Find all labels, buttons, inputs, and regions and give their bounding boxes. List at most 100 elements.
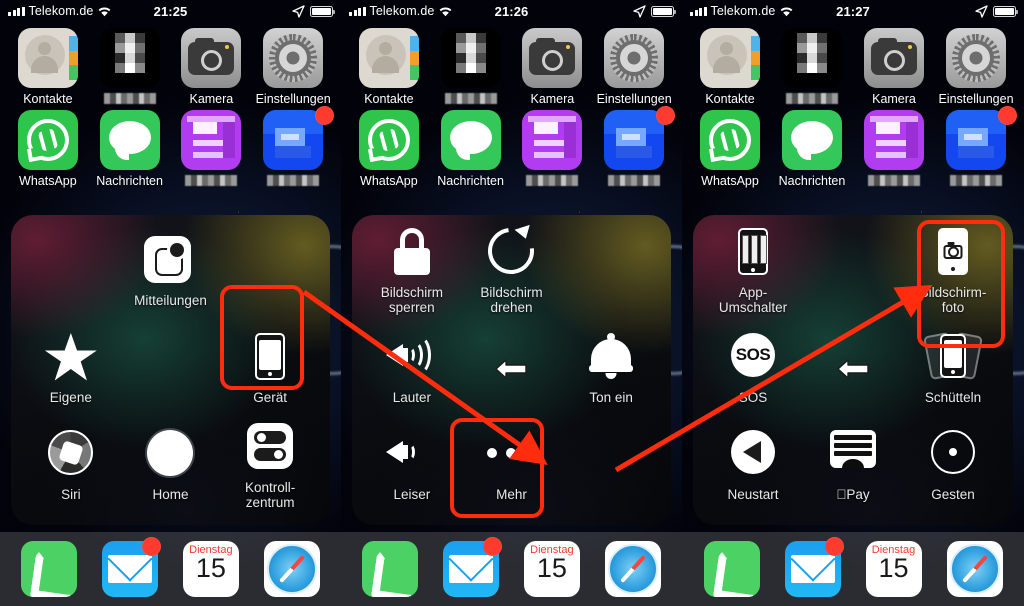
menu-item-bildschirmfoto[interactable]: Bildschirm- foto [903,223,1003,320]
app-kontakte[interactable]: Kontakte [692,28,768,106]
menu-item-app-umschalter[interactable]: App- Umschalter [703,223,803,320]
app-kontakte[interactable]: Kontakte [351,28,427,106]
menu-item-leiser[interactable]: Leiser [362,418,462,515]
app-label: Nachrichten [437,174,504,188]
app-blurred-2[interactable] [515,110,591,188]
blurred-blue-app-icon [604,110,665,170]
dock-2: Dienstag 15 [341,532,682,606]
dock-app-phone[interactable] [362,541,419,597]
menu-item-back[interactable] [462,320,562,417]
notification-badge [656,106,675,125]
app-blurred-1[interactable] [774,28,850,106]
dock-app-safari[interactable] [604,541,661,597]
app-einstellungen[interactable]: Einstellungen [596,28,672,106]
siri-icon [45,430,97,482]
assistivetouch-grid: Mitteilungen Eigene Gerät Siri Home Kont… [11,215,330,525]
app-label: WhatsApp [701,174,759,188]
dock-app-phone[interactable] [21,541,78,597]
back-arrow-icon [836,357,870,381]
menu-item-neustart[interactable]: Neustart [703,418,803,515]
app-label: Nachrichten [778,174,846,188]
carrier-label: Telekom.de [28,4,94,18]
app-blurred-2[interactable] [174,110,250,188]
menu-item-kontrollzentrum[interactable]: Kontroll- zentrum [220,418,320,515]
battery-full-icon [993,5,1018,17]
menu-item-home[interactable]: Home [121,418,221,515]
blurred-purple-app-icon [181,110,242,170]
menu-item-bildschirm-sperren[interactable]: Bildschirm sperren [362,223,462,320]
messages-icon [99,110,160,170]
blurred-app-label [103,93,156,104]
menu-item-label: Bildschirm- foto [919,285,987,316]
dock-app-mail[interactable] [784,537,844,597]
menu-item-bildschirm-drehen[interactable]: Bildschirm drehen [462,218,562,320]
ellipsis-icon [485,430,537,482]
signal-bars-icon [690,6,707,16]
menu-item-eigene[interactable]: Eigene [21,320,121,417]
dock-app-mail[interactable] [102,537,162,597]
menu-item-label: Eigene [49,389,92,405]
menu-item-label: Neustart [727,487,779,503]
menu-item-geraet[interactable]: Gerät [220,320,320,417]
lock-icon [386,228,438,280]
iphone-screen-1: Telekom.de 21:25 Kontakte Kamera Einstel… [0,0,341,606]
menu-item-label: Mehr [496,487,527,503]
menu-item-mitteilungen[interactable]: Mitteilungen [121,223,221,320]
menu-item-mehr[interactable]: Mehr [462,418,562,515]
empty-cell [220,223,320,320]
dock-app-mail[interactable] [443,537,503,597]
menu-item-back[interactable] [803,320,903,417]
safari-icon [946,541,1003,597]
menu-item-label: Leiser [393,487,431,503]
menu-item-gesten[interactable]: Gesten [903,418,1003,515]
status-right [633,4,676,18]
app-whatsapp[interactable]: WhatsApp [351,110,427,188]
app-whatsapp[interactable]: WhatsApp [692,110,768,188]
app-label: Kontakte [23,92,73,106]
app-blurred-1[interactable] [92,28,168,106]
whatsapp-icon [17,110,78,170]
rotate-screen-icon [479,218,544,284]
notification-badge [142,537,162,556]
empty-cell [121,320,221,417]
app-einstellungen[interactable]: Einstellungen [938,28,1014,106]
app-kamera[interactable]: Kamera [174,28,250,106]
screenshot-sequence: Telekom.de 21:25 Kontakte Kamera Einstel… [0,0,1024,606]
dock-app-phone[interactable] [703,541,760,597]
menu-item-ton-ein[interactable]: Ton ein [561,320,661,417]
app-whatsapp[interactable]: WhatsApp [10,110,86,188]
app-grid-3: Kontakte Kamera Einstellungen WhatsApp N… [682,22,1024,188]
blurred-app-icon [782,28,842,88]
menu-item-sos[interactable]: SOS SOS [703,320,803,417]
app-kontakte[interactable]: Kontakte [10,28,86,106]
app-blurred-3[interactable] [255,106,334,188]
app-blurred-3[interactable] [596,106,675,188]
app-kamera[interactable]: Kamera [856,28,932,106]
app-nachrichten[interactable]: Nachrichten [774,110,850,188]
dock-app-calendar[interactable]: Dienstag 15 [865,541,922,597]
menu-item-lauter[interactable]: Lauter [362,320,462,417]
safari-icon [604,541,661,597]
blurred-blue-app-icon [263,110,324,170]
app-kamera[interactable]: Kamera [515,28,591,106]
menu-item-siri[interactable]: Siri [21,418,121,515]
carrier-label: Telekom.de [369,4,435,18]
app-blurred-3[interactable] [938,106,1017,188]
empty-cell [21,223,121,320]
menu-item-schuetteln[interactable]: Schütteln [903,320,1003,417]
app-nachrichten[interactable]: Nachrichten [92,110,168,188]
dock-app-calendar[interactable]: Dienstag 15 [523,541,580,597]
app-einstellungen[interactable]: Einstellungen [255,28,331,106]
notification-badge [315,106,334,125]
app-blurred-1[interactable] [433,28,509,106]
menu-item-label: Gesten [931,487,975,503]
dock-app-calendar[interactable]: Dienstag 15 [182,541,239,597]
app-blurred-2[interactable] [856,110,932,188]
menu-item-apple-pay[interactable]: Pay [803,418,903,515]
app-nachrichten[interactable]: Nachrichten [433,110,509,188]
whatsapp-icon [700,110,760,170]
dock-app-safari[interactable] [263,541,320,597]
dock-app-safari[interactable] [946,541,1003,597]
iphone-screen-3: Telekom.de 21:27 Kontakte Kamera Einstel… [682,0,1024,606]
calendar-icon: Dienstag 15 [182,541,239,597]
